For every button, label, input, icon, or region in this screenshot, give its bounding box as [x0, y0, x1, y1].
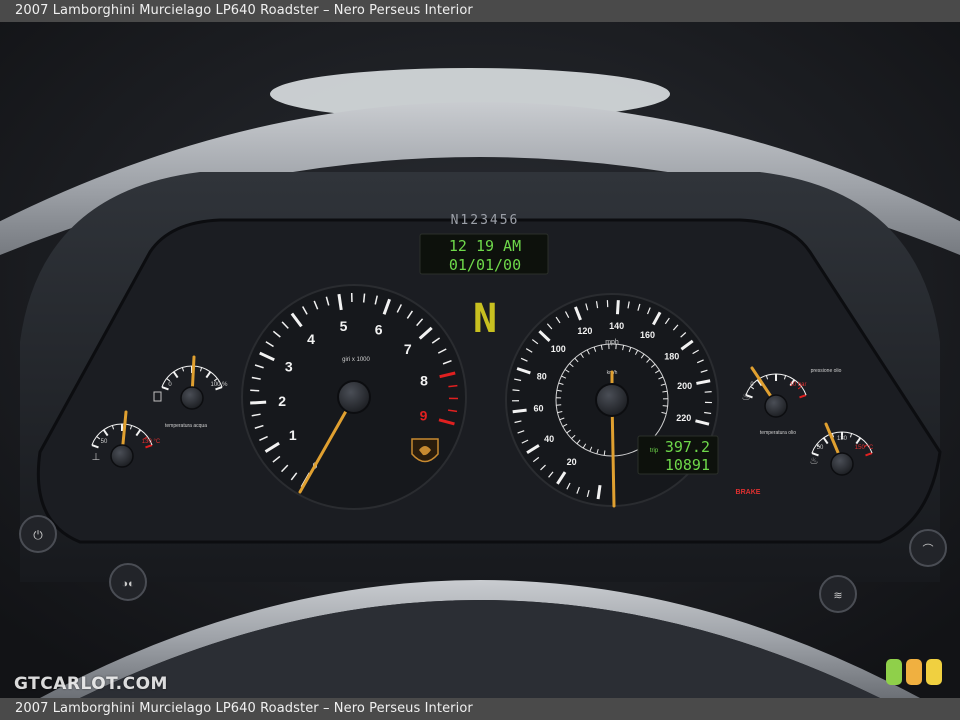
tachometer-number: 7 — [404, 341, 412, 357]
tachometer-number: 2 — [278, 393, 286, 409]
fog-light-icon: ◑◐ — [121, 578, 134, 590]
odometer-display: trip 397.2 10891 — [637, 435, 719, 475]
speedometer-number: 160 — [640, 330, 655, 340]
speedometer-number: 100 — [551, 344, 566, 354]
oil-can-icon: ♨ — [742, 392, 751, 403]
oil-pressure-label: pressione olio — [811, 368, 842, 374]
watermark: GTCARLOT.COM — [14, 674, 168, 694]
speedometer-tick — [512, 408, 527, 414]
speedometer-tick — [596, 484, 602, 500]
tachometer-tick — [250, 400, 267, 405]
rating-indicator — [886, 659, 942, 685]
speedometer-tick — [512, 389, 520, 392]
dashboard-photo: N123456 12 19 AM 01/01/00 N 1234567890 g… — [0, 22, 960, 698]
speedometer-number: 200 — [677, 381, 692, 391]
dash-button-right-1[interactable]: ⌒ — [909, 529, 947, 567]
speedometer-tick — [704, 391, 712, 393]
dash-button-left-2[interactable]: ◑◐ — [109, 563, 147, 601]
power-icon: ⏻ — [33, 528, 43, 542]
clock-time: 12 19 AM — [449, 237, 521, 255]
water-temp-label: temperatura acqua — [165, 423, 207, 429]
water-temp-low-label: 50 — [101, 439, 108, 445]
gear-indicator: N — [473, 296, 497, 342]
speedometer-number: 120 — [577, 326, 592, 336]
speedometer-unit: mph — [605, 339, 619, 346]
oil-temp-high-label: 150 °C — [855, 445, 874, 451]
trip-label: trip — [650, 448, 659, 454]
vin-text: N123456 — [451, 213, 520, 228]
oil-pressure-high-label: 10 bar — [789, 382, 806, 388]
oil-temp-icon: ♨ — [810, 456, 819, 467]
brake-warning: BRAKE — [736, 489, 761, 496]
kmh-tick — [662, 405, 668, 407]
tachometer-number: 5 — [340, 318, 348, 334]
caption-title: 2007 Lamborghini Murcielago LP640 Roadst… — [15, 3, 473, 18]
oil-temp-mid-label: 130 — [837, 436, 848, 442]
clock-date: 01/01/00 — [449, 256, 521, 274]
dash-button-right-2[interactable]: ≋ — [819, 575, 857, 613]
tachometer-number: 8 — [420, 372, 428, 388]
kmh-tick — [603, 450, 606, 456]
trip-value: 397.2 — [665, 438, 710, 456]
water-temp-high-label: 130 °C — [142, 439, 161, 445]
wiper-icon: ⌒ — [923, 543, 934, 556]
lamborghini-logo — [411, 438, 439, 463]
tachometer-number: 3 — [285, 359, 293, 375]
fuel-high-label: 100 % — [210, 382, 228, 388]
tachometer-number: 1 — [289, 427, 297, 443]
caption-title-bottom: 2007 Lamborghini Murcielago LP640 Roadst… — [15, 701, 473, 716]
speedometer-number: 140 — [609, 321, 624, 331]
odometer-value: 10891 — [665, 456, 710, 474]
speedometer-hub — [595, 383, 629, 417]
oil-temp-label: temperatura olio — [760, 430, 796, 436]
caption-bar-top: 2007 Lamborghini Murcielago LP640 Roadst… — [0, 0, 960, 22]
tachometer-tick — [448, 384, 458, 388]
speedometer-tick — [615, 300, 620, 315]
instrument-cluster: N123456 12 19 AM 01/01/00 N 1234567890 g… — [0, 22, 960, 698]
headlight-icon: ≋ — [833, 590, 842, 602]
speedometer-number: 180 — [664, 351, 679, 361]
speedometer-number: 40 — [544, 434, 554, 444]
tachometer-tick — [362, 293, 366, 303]
speedometer-number: 20 — [567, 457, 577, 467]
tachometer-label: giri x 1000 — [342, 357, 370, 363]
speedometer-number: 220 — [676, 413, 691, 423]
speedometer-number: 80 — [537, 372, 547, 382]
oil-temp-low-label: 50 — [817, 445, 824, 451]
tachometer-hub — [337, 380, 371, 414]
tachometer-number: 9 — [420, 408, 428, 424]
clock-display: 12 19 AM 01/01/00 — [419, 233, 549, 275]
tachometer-tick — [250, 389, 260, 392]
tachometer-number: 4 — [307, 331, 315, 347]
caption-bar-bottom: 2007 Lamborghini Murcielago LP640 Roadst… — [0, 698, 960, 720]
dash-button-left-1[interactable]: ⏻ — [19, 515, 57, 553]
speedometer-number: 60 — [534, 404, 544, 414]
tachometer-number: 6 — [375, 321, 383, 337]
tachometer: 1234567890 giri x 1000 — [241, 284, 467, 510]
coolant-icon: ⊥ — [92, 452, 101, 463]
